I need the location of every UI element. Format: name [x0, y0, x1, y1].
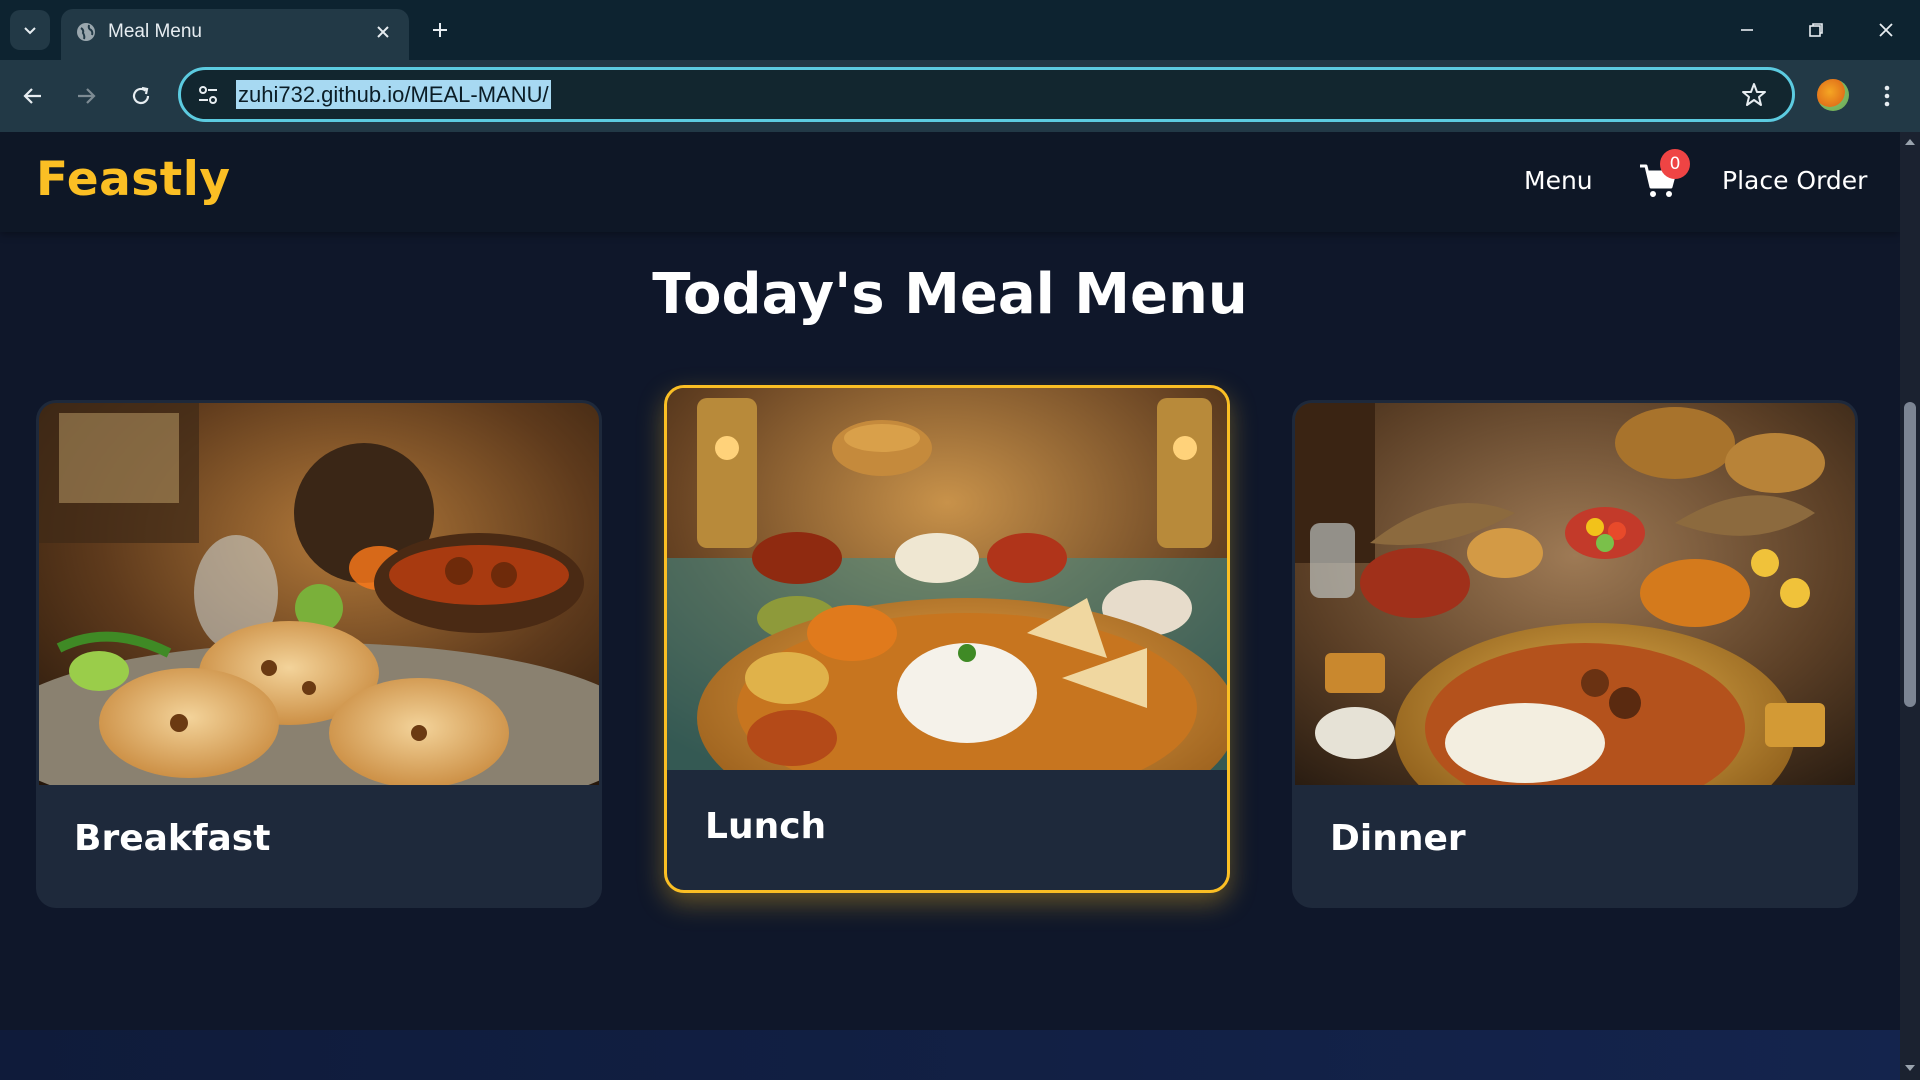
meal-card-breakfast[interactable]: Breakfast	[36, 400, 602, 908]
restore-button[interactable]	[1792, 10, 1840, 50]
browser-tab-strip: Meal Menu	[0, 0, 1920, 60]
tab-search-button[interactable]	[10, 10, 50, 50]
meal-card-dinner[interactable]: Dinner	[1292, 400, 1858, 908]
profile-avatar[interactable]	[1817, 79, 1849, 111]
reload-button[interactable]	[121, 76, 161, 116]
window-close-icon	[1879, 23, 1893, 37]
footer-band	[0, 1030, 1900, 1080]
browser-menu-button[interactable]	[1870, 76, 1904, 116]
web-page: Feastly Menu 0 Place Order Today's Meal …	[0, 132, 1900, 1080]
dinner-image	[1295, 403, 1855, 785]
minimize-icon	[1741, 29, 1753, 31]
cart-count-badge: 0	[1660, 149, 1690, 179]
meal-card-label: Breakfast	[74, 818, 271, 859]
minimize-button[interactable]	[1723, 10, 1771, 50]
scroll-down-arrow-icon[interactable]	[1904, 1062, 1916, 1074]
meal-card-label: Lunch	[705, 806, 827, 847]
reload-icon	[132, 86, 150, 105]
page-title: Today's Meal Menu	[652, 262, 1248, 327]
browser-toolbar: zuhi732.github.io/MEAL-MANU/	[0, 60, 1920, 132]
chevron-down-icon	[24, 27, 36, 35]
restore-icon	[1809, 23, 1823, 37]
globe-icon	[77, 23, 95, 41]
back-button[interactable]	[13, 76, 53, 116]
page-scrollbar[interactable]	[1900, 132, 1920, 1080]
breakfast-image	[39, 403, 599, 785]
plus-icon	[433, 23, 447, 37]
site-logo[interactable]: Feastly	[36, 152, 230, 207]
scroll-up-arrow-icon[interactable]	[1904, 136, 1916, 148]
forward-arrow-icon	[78, 88, 96, 104]
browser-tab[interactable]: Meal Menu	[61, 9, 409, 60]
place-order-link[interactable]: Place Order	[1722, 166, 1867, 195]
scrollbar-thumb[interactable]	[1904, 402, 1916, 707]
meal-card-label: Dinner	[1330, 818, 1466, 859]
address-bar[interactable]: zuhi732.github.io/MEAL-MANU/	[178, 67, 1795, 122]
url-text[interactable]: zuhi732.github.io/MEAL-MANU/	[236, 80, 551, 109]
site-header: Feastly Menu 0 Place Order	[0, 132, 1900, 232]
nav-menu-link[interactable]: Menu	[1524, 166, 1593, 195]
site-info-icon[interactable]	[195, 82, 221, 108]
forward-button[interactable]	[66, 76, 106, 116]
window-close-button[interactable]	[1862, 10, 1910, 50]
close-icon[interactable]	[371, 20, 395, 44]
lunch-image	[667, 388, 1227, 770]
meal-card-lunch[interactable]: Lunch	[664, 385, 1230, 893]
back-arrow-icon	[23, 88, 41, 104]
star-icon[interactable]	[1740, 81, 1768, 109]
tab-title: Meal Menu	[108, 21, 202, 42]
kebab-menu-icon	[1884, 85, 1890, 107]
new-tab-button[interactable]	[423, 13, 457, 47]
